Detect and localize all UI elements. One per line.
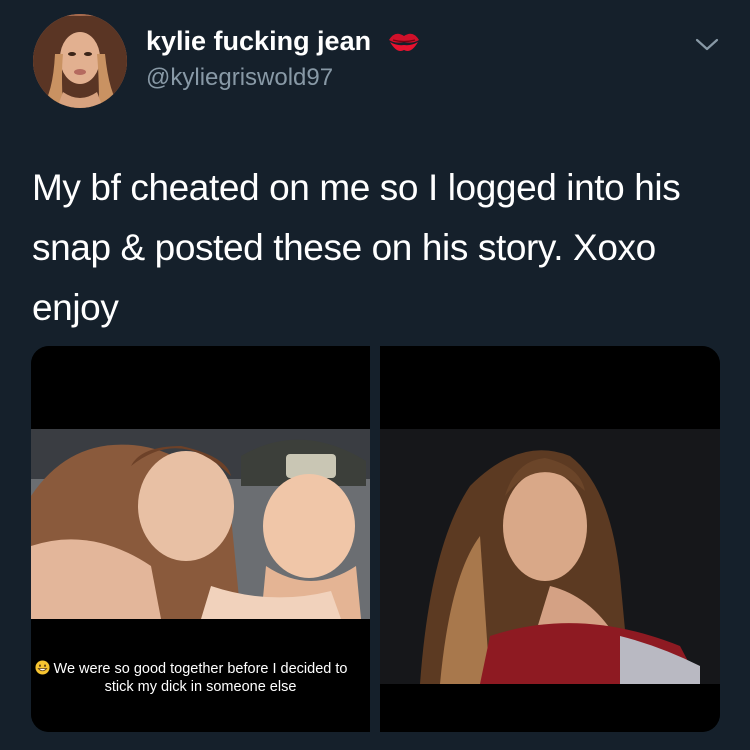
left-photo[interactable]: We were so good together before I decide… bbox=[31, 346, 370, 732]
display-name[interactable]: kylie fucking jean bbox=[146, 26, 371, 57]
profile-avatar[interactable] bbox=[33, 14, 127, 108]
tweet-text: My bf cheated on me so I logged into his… bbox=[32, 167, 681, 328]
kiss-mark-icon bbox=[389, 33, 419, 51]
snap-caption-line-1: We were so good together before I decide… bbox=[53, 661, 348, 677]
chevron-down-icon[interactable] bbox=[694, 36, 720, 54]
snap-caption-line-2: stick my dick in someone else bbox=[104, 679, 297, 695]
media-grid: We were so good together before I decide… bbox=[31, 346, 720, 732]
user-handle[interactable]: @kyliegriswold97 bbox=[146, 64, 333, 92]
snap-caption: We were so good together before I decide… bbox=[31, 660, 370, 696]
right-photo[interactable] bbox=[380, 346, 720, 732]
grinning-face-icon bbox=[35, 660, 50, 675]
